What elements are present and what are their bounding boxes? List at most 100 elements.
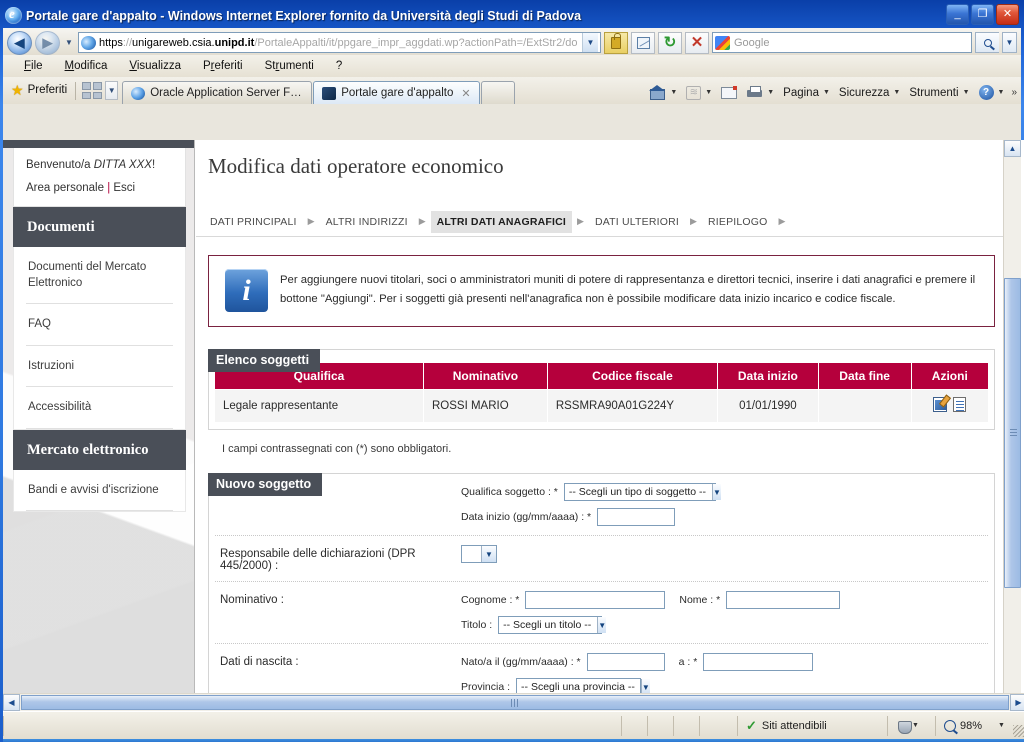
feeds-button[interactable]: ≋ ▼ — [682, 84, 716, 102]
sidebar-item-istruzioni[interactable]: Istruzioni — [26, 346, 173, 388]
window-title-bar: Portale gare d'appalto - Windows Interne… — [3, 3, 1021, 28]
new-subject-legend: Nuovo soggetto — [208, 473, 323, 496]
window-controls: _ ❐ ✕ — [946, 4, 1019, 25]
data-nascita-input[interactable] — [586, 653, 665, 671]
security-zone[interactable]: ✓ Siti attendibili — [737, 715, 887, 736]
sublabel-cognome: Cognome : * — [461, 594, 520, 606]
cell-qualifica: Legale rappresentante — [214, 389, 424, 423]
address-bar[interactable]: https://unigareweb.csia.unipd.it/Portale… — [78, 32, 601, 53]
print-button[interactable]: ▼ — [742, 84, 778, 101]
subjects-legend: Elenco soggetti — [208, 349, 321, 372]
mail-button[interactable] — [717, 85, 741, 101]
responsabile-dichiarazioni-select[interactable]: ▼ — [461, 545, 497, 563]
favorites-button[interactable]: ★ Preferiti — [9, 79, 73, 101]
tab-list-dropdown[interactable]: ▼ — [105, 81, 119, 100]
window-resize-grip[interactable] — [1013, 725, 1024, 737]
tools-menu-button[interactable]: Strumenti ▼ — [905, 85, 973, 101]
back-arrow-icon: ◀ — [14, 34, 25, 50]
scroll-left-button[interactable]: ◀ — [3, 694, 20, 711]
search-input[interactable]: Google — [712, 32, 972, 53]
menu-tools[interactable]: Strumenti — [254, 58, 325, 74]
titolo-select[interactable]: -- Scegli un titolo -- ▼ — [498, 616, 607, 634]
stop-button[interactable]: ✕ — [685, 31, 709, 54]
address-dropdown-button[interactable]: ▼ — [582, 33, 598, 52]
cognome-input[interactable] — [525, 591, 666, 609]
tab-oracle-application-server[interactable]: Oracle Application Server For... — [122, 81, 313, 104]
sublabel-luogo-nascita: a : * — [678, 656, 698, 668]
menu-favorites[interactable]: Preferiti — [192, 58, 254, 74]
provincia-value: -- Scegli una provincia -- — [521, 681, 635, 693]
column-header-codice-fiscale: Codice fiscale — [546, 362, 719, 390]
recent-pages-button[interactable]: ▼ — [63, 38, 75, 47]
security-menu-button[interactable]: Sicurezza ▼ — [835, 85, 904, 101]
breadcrumb-step-dati-ulteriori[interactable]: DATI ULTERIORI — [589, 211, 685, 233]
personal-area-link[interactable]: Area personale — [26, 182, 104, 194]
data-inizio-input[interactable] — [597, 508, 676, 526]
menu-view[interactable]: Visualizza — [118, 58, 192, 74]
help-menu-button[interactable]: ? ▼ — [975, 83, 1009, 102]
menu-help[interactable]: ? — [325, 58, 353, 74]
refresh-button[interactable]: ↻ — [658, 31, 682, 54]
tab-close-icon[interactable]: ✕ — [461, 87, 470, 100]
sidebar-item-documenti-mercato-elettronico[interactable]: Documenti del Mercato Elettronico — [26, 247, 173, 305]
security-menu-label: Sicurezza — [838, 86, 890, 99]
forward-button[interactable]: ▶ — [35, 30, 60, 55]
toolbar-overflow-button[interactable]: » — [1009, 87, 1017, 98]
horizontal-scrollbar[interactable]: ◀ ▶ — [3, 693, 1024, 711]
tab-portale-gare-dappalto[interactable]: Portale gare d'appalto ✕ — [313, 81, 480, 104]
info-icon: i — [225, 269, 268, 312]
qualifica-soggetto-select[interactable]: -- Scegli un tipo di soggetto -- ▼ — [563, 483, 721, 501]
search-placeholder: Google — [734, 36, 770, 49]
breadcrumb-step-riepilogo[interactable]: RIEPILOGO — [702, 211, 774, 233]
titolo-value: -- Scegli un titolo -- — [503, 619, 592, 631]
logout-link[interactable]: Esci — [113, 182, 135, 194]
status-pane-3 — [673, 715, 699, 736]
form-row-responsabile-dichiarazioni: Responsabile delle dichiarazioni (DPR 44… — [215, 536, 988, 582]
sidebar-item-accessibilita[interactable]: Accessibilità — [26, 387, 173, 429]
welcome-message: Benvenuto/a DITTA XXX! — [26, 159, 173, 171]
luogo-nascita-input[interactable] — [703, 653, 814, 671]
sublabel-nato-il: Nato/a il (gg/mm/aaaa) : * — [461, 656, 581, 668]
breadcrumb-step-altri-dati-anagrafici[interactable]: ALTRI DATI ANAGRAFICI — [430, 210, 573, 233]
horizontal-scroll-thumb[interactable] — [21, 695, 1009, 710]
welcome-prefix: Benvenuto/a — [26, 159, 94, 171]
search-button[interactable] — [975, 32, 999, 53]
print-icon — [746, 86, 763, 99]
form-row-incarico: Incarico : Qualifica soggetto : * -- Sce… — [215, 474, 988, 536]
breadcrumb-step-dati-principali[interactable]: DATI PRINCIPALI — [204, 211, 303, 233]
caret-icon: ▼ — [962, 89, 970, 96]
column-header-nominativo: Nominativo — [422, 362, 548, 390]
scroll-up-button[interactable]: ▲ — [1004, 140, 1021, 157]
zoom-control[interactable]: 98% ▼ — [935, 715, 1024, 736]
details-icon[interactable] — [953, 397, 967, 412]
sidebar-item-faq[interactable]: FAQ — [26, 304, 173, 346]
new-tab-button[interactable] — [480, 81, 515, 104]
compatibility-view-icon[interactable] — [631, 31, 655, 54]
search-provider-dropdown[interactable]: ▼ — [1002, 32, 1017, 53]
close-button[interactable]: ✕ — [996, 4, 1019, 25]
security-lock-icon[interactable] — [604, 31, 628, 54]
vertical-scroll-thumb[interactable] — [1004, 278, 1021, 588]
sidebar-item-bandi-avvisi-iscrizione[interactable]: Bandi e avvisi d'iscrizione — [26, 470, 173, 512]
minimize-button[interactable]: _ — [946, 4, 969, 25]
table-header-row: Qualifica Nominativo Codice fiscale Data… — [214, 362, 990, 390]
protected-mode-indicator[interactable]: ▼ — [887, 715, 935, 736]
vertical-scrollbar[interactable]: ▲ ▼ — [1003, 140, 1021, 723]
back-button[interactable]: ◀ — [7, 30, 32, 55]
page-menu-button[interactable]: Pagina ▼ — [779, 85, 834, 101]
nome-input[interactable] — [726, 591, 841, 609]
command-bar: ▼ ≋ ▼ ▼ Pagina ▼ Sicurezza ▼ Strumenti ▼ ? ▼ … — [645, 83, 1017, 102]
close-icon: ✕ — [1002, 8, 1013, 20]
maximize-button[interactable]: ❐ — [971, 4, 994, 25]
table-row: Legale rappresentante ROSSI MARIO RSSMRA… — [214, 389, 990, 423]
home-button[interactable]: ▼ — [645, 83, 681, 102]
web-page: Benvenuto/a DITTA XXX! Area personale | … — [3, 140, 1009, 723]
menu-edit[interactable]: Modifica — [54, 58, 119, 74]
edit-icon[interactable] — [933, 397, 948, 412]
breadcrumb-step-altri-indirizzi[interactable]: ALTRI INDIRIZZI — [320, 211, 414, 233]
sublabel-data-inizio: Data inizio (gg/mm/aaaa) : * — [461, 511, 592, 523]
menu-file[interactable]: File — [13, 58, 54, 74]
quick-tabs-button[interactable] — [82, 82, 103, 99]
browser-window: Portale gare d'appalto - Windows Interne… — [0, 0, 1024, 742]
scroll-right-button[interactable]: ▶ — [1010, 694, 1024, 711]
